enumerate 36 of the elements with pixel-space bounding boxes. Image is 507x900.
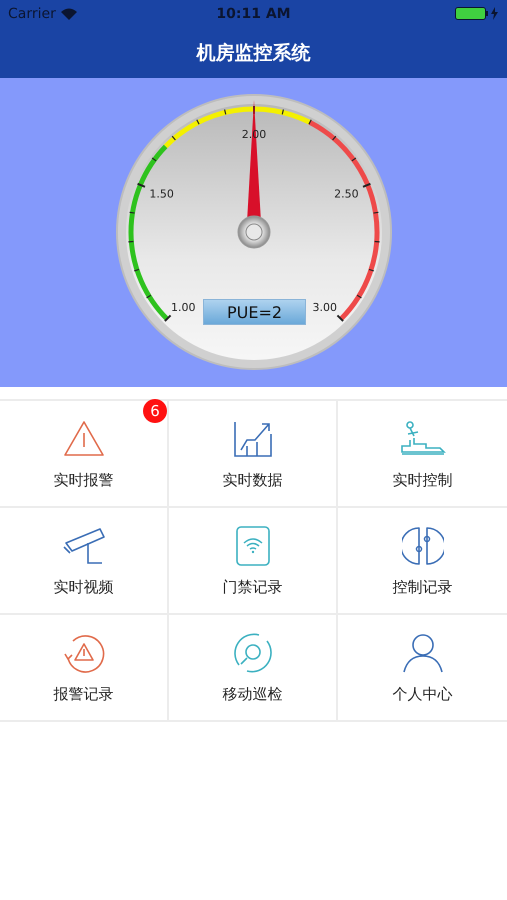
menu-label: 实时视频	[54, 578, 114, 597]
camera-icon	[62, 527, 106, 565]
tick-label: 3.00	[312, 300, 337, 314]
tick-label: 1.00	[171, 300, 196, 314]
menu-tile[interactable]: 门禁记录	[169, 508, 338, 615]
menu-tile[interactable]: 实时数据	[169, 401, 338, 508]
menu-label: 实时数据	[222, 471, 282, 490]
count-badge: 6	[143, 399, 167, 423]
menu-label: 个人中心	[392, 685, 452, 704]
tick-label: 2.50	[334, 188, 359, 201]
wifi-card-icon	[234, 525, 270, 567]
user-icon	[402, 632, 444, 674]
menu-label: 实时控制	[392, 471, 452, 490]
menu-label: 报警记录	[54, 685, 114, 704]
menu-label: 实时报警	[54, 471, 114, 490]
menu-label: 门禁记录	[222, 578, 282, 597]
wifi-icon	[60, 8, 77, 20]
menu-tile[interactable]: 实时视频	[0, 508, 169, 615]
menu-tile[interactable]: 控制记录	[338, 508, 507, 615]
carrier-label: Carrier	[8, 6, 56, 22]
joystick-icon	[400, 420, 446, 458]
menu-tile[interactable]: 实时控制	[338, 401, 507, 508]
menu-label: 控制记录	[392, 578, 452, 597]
battery-icon	[455, 7, 499, 20]
alarm-history-icon	[62, 632, 104, 674]
menu-label: 移动巡检	[222, 685, 282, 704]
chart-icon	[232, 420, 272, 458]
reading-label: PUE=2	[203, 299, 306, 325]
menu-tile[interactable]: 报警记录	[0, 615, 169, 720]
menu-tile[interactable]: 实时报警 6	[0, 401, 169, 508]
warning-icon	[62, 419, 106, 459]
status-time: 10:11 AM	[216, 6, 291, 22]
menu-tile[interactable]: 移动巡检	[169, 615, 338, 720]
menu-tile[interactable]: 个人中心	[338, 615, 507, 720]
tick-label: 1.50	[149, 188, 174, 201]
nav-title: 机房监控系统	[196, 40, 310, 66]
